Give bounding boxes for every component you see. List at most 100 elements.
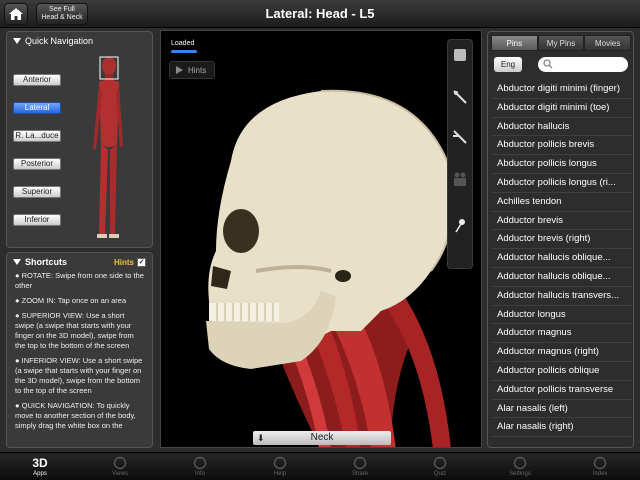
shortcuts-title: Shortcuts: [25, 257, 68, 267]
apps-icon-text: 3D: [32, 456, 48, 470]
list-item[interactable]: Adductor longus: [491, 306, 632, 325]
tab-movies[interactable]: Movies: [584, 35, 632, 51]
shortcut-item: ● ROTATE: Swipe from one side to the oth…: [15, 271, 144, 290]
scalpel-add-tool[interactable]: [451, 88, 469, 106]
apps-icon: 3D: [0, 455, 80, 471]
tab-label: Share: [351, 471, 368, 477]
list-item[interactable]: Adductor brevis: [491, 212, 632, 231]
info-icon: [160, 455, 240, 471]
list-item[interactable]: Adductor hallucis oblique...: [491, 249, 632, 268]
hints-toggle[interactable]: Hints ✓: [114, 258, 146, 267]
share-icon: [320, 455, 400, 471]
nav-button-superior[interactable]: Superior: [13, 186, 61, 198]
pin-tool[interactable]: [451, 216, 469, 234]
shortcuts-list: ● ROTATE: Swipe from one side to the oth…: [7, 271, 152, 431]
tab-label: Views: [112, 471, 128, 477]
region-label: Neck: [310, 432, 334, 443]
play-icon: [176, 66, 183, 74]
tab-apps[interactable]: 3D Apps: [0, 453, 80, 480]
list-item[interactable]: Adductor hallucis oblique...: [491, 268, 632, 287]
layers-tool[interactable]: [451, 170, 469, 188]
tool-strip: [447, 39, 473, 269]
shortcut-item: ● ZOOM IN: Tap once on an area: [15, 296, 127, 305]
tab-help[interactable]: Help: [240, 453, 320, 480]
tab-views[interactable]: Views: [80, 453, 160, 480]
hints-checkbox[interactable]: ✓: [137, 258, 146, 267]
nav-button-lateral[interactable]: Lateral: [13, 102, 61, 114]
bottom-tab-bar: 3D Apps Views Info Help Share Quiz Settings Inde…: [0, 452, 640, 480]
nav-button-posterior[interactable]: Posterior: [13, 158, 61, 170]
list-item[interactable]: Abductor digiti minimi (finger): [491, 80, 632, 99]
shortcut-item: ● QUICK NAVIGATION: To quickly move to a…: [15, 401, 136, 430]
nav-button-inferior[interactable]: Inferior: [13, 214, 61, 226]
tab-pins[interactable]: Pins: [491, 35, 538, 51]
loaded-label: Loaded: [171, 40, 195, 47]
pins-tabs: Pins My Pins Movies: [491, 35, 632, 51]
list-item[interactable]: Abductor pollicis longus (ri...: [491, 174, 632, 193]
tab-label: Help: [273, 471, 287, 477]
scalpel-remove-tool[interactable]: [451, 128, 469, 146]
list-item[interactable]: Adductor magnus (right): [491, 343, 632, 362]
list-item[interactable]: Abductor pollicis longus: [491, 155, 632, 174]
nav-button-anterior[interactable]: Anterior: [13, 74, 61, 86]
tab-label: Apps: [33, 471, 47, 477]
tab-label: Index: [592, 471, 608, 477]
viewer-hints-button[interactable]: Hints: [169, 61, 215, 79]
list-item[interactable]: Abductor hallucis: [491, 118, 632, 137]
help-icon: [240, 455, 320, 471]
shortcut-item: ● SUPERIOR VIEW: Use a short swipe (a sw…: [15, 311, 134, 350]
pins-list: Abductor digiti minimi (finger) Abductor …: [491, 80, 632, 438]
shortcut-item: ● INFERIOR VIEW: Use a short swipe (a sw…: [15, 356, 143, 395]
quiz-icon: [400, 455, 480, 471]
tab-my-pins[interactable]: My Pins: [537, 35, 585, 51]
page-title: Lateral: Head - L5: [265, 6, 375, 21]
tab-label: Quiz: [433, 471, 447, 477]
views-icon: [80, 455, 160, 471]
tab-label: Settings: [509, 471, 531, 477]
tab-info[interactable]: Info: [160, 453, 240, 480]
language-button[interactable]: Eng: [494, 57, 522, 72]
tab-settings[interactable]: Settings: [480, 453, 560, 480]
search-input[interactable]: [538, 57, 628, 72]
select-box-tool[interactable]: [451, 46, 469, 64]
list-item[interactable]: Abductor digiti minimi (toe): [491, 99, 632, 118]
scalpel-icon: [453, 90, 467, 104]
nav-button-r-lateral[interactable]: R. La...duce: [13, 130, 61, 142]
body-thumbnail[interactable]: [87, 54, 131, 244]
settings-icon: [480, 455, 560, 471]
quick-navigation-panel: Quick Navigation Anterior Lateral R. La.…: [6, 31, 153, 248]
3d-model-viewer[interactable]: Loaded Hints ⬇ Neck: [160, 30, 482, 448]
people-icon: [454, 172, 466, 186]
tab-label: Info: [194, 471, 205, 477]
tab-quiz[interactable]: Quiz: [400, 453, 480, 480]
scalpel-icon: [453, 130, 467, 144]
list-item[interactable]: Adductor pollicis transverse: [491, 381, 632, 400]
skull-neck-model[interactable]: [161, 31, 482, 448]
quick-navigation-header[interactable]: Quick Navigation: [7, 32, 152, 50]
index-icon: [560, 455, 640, 471]
pin-icon: [455, 219, 465, 233]
list-item[interactable]: Adductor magnus: [491, 324, 632, 344]
hints-toggle-label: Hints: [114, 258, 134, 267]
quick-navigation-title: Quick Navigation: [25, 36, 94, 46]
search-icon: [543, 59, 553, 69]
list-item[interactable]: Achilles tendon: [491, 193, 632, 212]
top-bar: See Full Head & Neck Lateral: Head - L5: [0, 0, 640, 28]
list-item[interactable]: Alar nasalis (left): [491, 400, 632, 419]
square-icon: [454, 49, 466, 61]
shortcuts-panel: Shortcuts Hints ✓ ● ROTATE: Swipe from o…: [6, 252, 153, 448]
collapse-triangle-icon: [13, 259, 21, 265]
down-arrow-icon: ⬇: [257, 433, 265, 443]
tab-index[interactable]: Index: [560, 453, 640, 480]
collapse-triangle-icon: [13, 38, 21, 44]
viewer-hints-label: Hints: [188, 65, 207, 75]
loading-progress-bar: [171, 50, 197, 53]
tab-share[interactable]: Share: [320, 453, 400, 480]
list-item[interactable]: Abductor pollicis brevis: [491, 136, 632, 156]
list-item[interactable]: Adductor hallucis transvers...: [491, 287, 632, 306]
pins-panel: Pins My Pins Movies Eng Abductor digiti …: [487, 31, 634, 448]
list-item[interactable]: Alar nasalis (right): [491, 418, 632, 438]
list-item[interactable]: Adductor brevis (right): [491, 230, 632, 250]
list-item[interactable]: Adductor pollicis oblique: [491, 362, 632, 381]
region-label-bar[interactable]: ⬇ Neck: [253, 431, 391, 445]
